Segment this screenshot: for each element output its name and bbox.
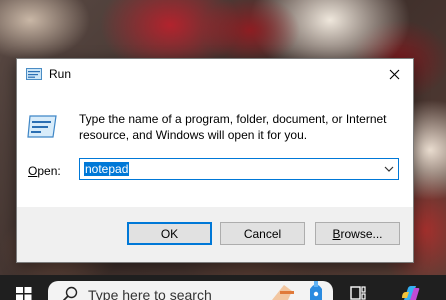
chevron-down-icon[interactable]: [384, 164, 394, 174]
open-label-text: pen:: [37, 164, 61, 178]
windows-start-icon[interactable]: [16, 287, 32, 300]
dialog-title: Run: [49, 67, 72, 81]
browse-accelerator: B: [332, 226, 341, 241]
open-input-value[interactable]: notepad: [84, 162, 130, 176]
open-label-accelerator: O: [28, 164, 38, 178]
run-large-icon: [27, 115, 57, 138]
run-icon: [26, 68, 42, 80]
search-highlight-icon[interactable]: [270, 279, 330, 300]
copilot-icon[interactable]: [400, 284, 420, 300]
title-bar[interactable]: Run: [17, 59, 413, 89]
dialog-description: Type the name of a program, folder, docu…: [79, 112, 387, 142]
ok-button[interactable]: OK: [127, 222, 212, 245]
dialog-body: Type the name of a program, folder, docu…: [17, 89, 413, 207]
task-view-icon[interactable]: [350, 286, 366, 300]
search-placeholder: Type here to search: [88, 287, 212, 300]
browse-button[interactable]: Browse...: [315, 222, 400, 245]
cancel-button[interactable]: Cancel: [220, 222, 305, 245]
open-combobox[interactable]: notepad: [79, 158, 399, 180]
taskbar: Type here to search: [0, 275, 446, 300]
open-label: Open:: [28, 164, 61, 178]
browse-label: rowse...: [340, 226, 383, 241]
search-icon: [62, 286, 78, 300]
close-button[interactable]: [375, 59, 413, 89]
close-icon: [389, 69, 399, 79]
run-dialog: Run Type the name of a program, folder, …: [16, 58, 414, 263]
